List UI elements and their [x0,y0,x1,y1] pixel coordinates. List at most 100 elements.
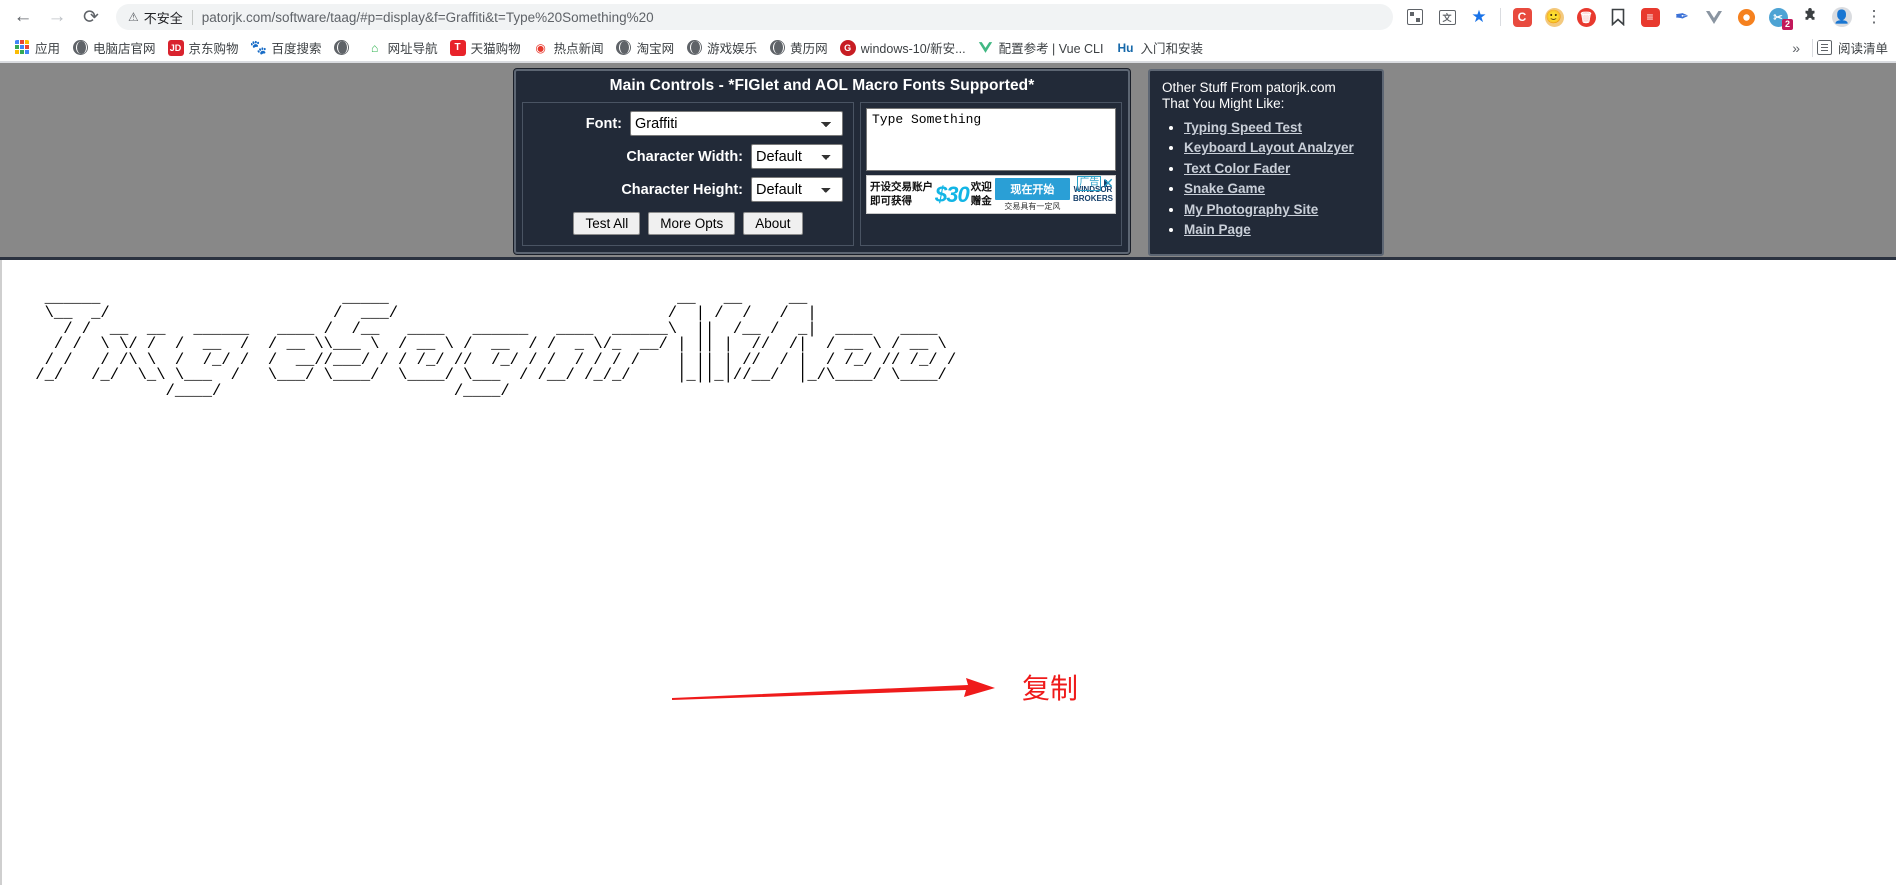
nav-2345-icon: ⌂ [370,40,379,55]
ad-welcome-text: 欢迎 赠金 [971,181,992,207]
ascii-art-output[interactable]: ______ _____ __ __ __ \__ _/ / ___/ / | … [26,290,956,400]
extension-badge-count: 2 [1782,19,1793,30]
hu-icon: Hu [1117,40,1134,55]
bookmark-hot-news[interactable]: ◉ 热点新闻 [527,36,610,59]
bookmark-label: 游戏娱乐 [707,42,758,56]
pocket-bookmark-icon[interactable] [1602,2,1634,32]
text-input-textarea[interactable]: Type Something [866,108,1116,171]
browser-toolbar-icons: 文 ★ C 🙂 🗑 ≡ ✒ ✂ 2 👤 ⋮ [1399,2,1890,32]
bookmark-vue-cli[interactable]: 配置参考 | Vue CLI [972,36,1110,59]
other-stuff-title-line1: Other Stuff From patorjk.com [1162,80,1336,95]
qr-code-icon[interactable] [1399,2,1431,32]
bookmark-apps[interactable]: 应用 [8,36,66,59]
baidu-icon: 🐾 [250,39,267,56]
globe-icon [616,40,632,56]
extension-pen-icon[interactable]: ✒ [1666,2,1698,32]
ad-label[interactable]: 广告 [1077,176,1102,191]
bookmark-outline-icon [1611,8,1625,26]
translate-icon[interactable]: 文 [1431,2,1463,32]
other-stuff-panel: Other Stuff From patorjk.com That You Mi… [1148,69,1384,256]
link-typing-speed-test[interactable]: Typing Speed Test [1184,120,1302,135]
ad-close-icon[interactable]: ✕ [1101,176,1115,190]
ad-cta-button[interactable]: 现在开始 [994,177,1070,200]
bookmark-label: 网址导航 [387,42,438,56]
main-controls-form: Font: Graffiti Character Width: Default [522,102,854,246]
font-label: Font: [585,115,622,132]
character-height-select[interactable]: Default [751,177,843,202]
bookmark-tmall[interactable]: T 天猫购物 [444,36,527,59]
bookmark-baidu[interactable]: 🐾 百度搜索 [245,36,328,59]
link-snake-game[interactable]: Snake Game [1184,181,1265,196]
bookmark-diannaodian[interactable]: 电脑店官网 [66,36,162,59]
bookmark-label: 配置参考 | Vue CLI [998,42,1104,56]
bookmark-label: 入门和安装 [1140,42,1203,56]
bookmark-hu-intro[interactable]: Hu 入门和安装 [1109,36,1209,59]
list-item: Text Color Fader [1184,160,1370,178]
list-item: Main Page [1184,221,1370,239]
main-controls-panel: Main Controls - *FIGlet and AOL Macro Fo… [514,69,1130,254]
extension-scissors-icon[interactable]: ✂ 2 [1762,2,1794,32]
profile-avatar-icon[interactable]: 👤 [1826,2,1858,32]
reading-list-icon[interactable] [1817,40,1833,56]
news-flame-icon: ◉ [535,40,546,55]
bookmark-label: 天猫购物 [470,42,521,56]
test-all-button[interactable]: Test All [573,212,641,235]
page-content: Main Controls - *FIGlet and AOL Macro Fo… [0,63,1896,885]
bookmark-label: windows-10/新安... [860,42,966,56]
bookmark-label: 电脑店官网 [93,42,156,56]
list-item: Keyboard Layout Analzyer [1184,139,1370,157]
ad-banner[interactable]: 开设交易账户 即可获得 $30 欢迎 赠金 现在开始 交易具有一定风 WINDS… [866,175,1116,214]
link-my-photography-site[interactable]: My Photography Site [1184,202,1318,217]
ad-welcome-line2: 赠金 [970,194,992,207]
globe-icon [686,40,702,56]
bookmark-2345-nav[interactable]: ⌂ 网址导航 [361,36,444,59]
ad-disclaimer: 交易具有一定风 [1004,201,1061,211]
extension-notes-icon[interactable]: ≡ [1634,2,1666,32]
link-main-page[interactable]: Main Page [1184,222,1251,237]
globe-icon [769,40,785,56]
bookmark-star-icon[interactable]: ★ [1463,2,1495,32]
character-width-label: Character Width: [626,148,743,165]
ad-line1: 开设交易账户 [870,181,933,194]
extension-trash-icon[interactable]: 🗑 [1570,2,1602,32]
bookmark-jd[interactable]: JD 京东购物 [162,36,245,59]
globe-icon [334,40,350,56]
ad-welcome-line1: 欢迎 [970,181,992,194]
ad-brand-line2: BROKERS [1072,193,1113,203]
chrome-menu-icon[interactable]: ⋮ [1858,2,1890,32]
list-item: My Photography Site [1184,201,1370,219]
font-row: Font: Graffiti [533,111,843,136]
ascii-output-area: ______ _____ __ __ __ \__ _/ / ___/ / | … [0,260,1896,885]
main-controls-buttons: Test All More Opts About [533,212,843,235]
extension-color-ring-icon[interactable] [1730,2,1762,32]
link-text-color-fader[interactable]: Text Color Fader [1184,161,1290,176]
bookmark-games[interactable]: 游戏娱乐 [680,36,763,59]
other-stuff-links: Typing Speed Test Keyboard Layout Analzy… [1162,119,1370,240]
other-stuff-title-line2: That You Might Like: [1162,95,1285,111]
bookmark-taobao[interactable]: 淘宝网 [610,36,681,59]
extensions-puzzle-icon[interactable] [1794,2,1826,32]
bookmark-windows10[interactable]: G windows-10/新安... [834,36,972,59]
about-button[interactable]: About [743,212,803,235]
more-opts-button[interactable]: More Opts [648,212,736,235]
bookmark-label: 京东购物 [188,42,239,56]
bookmark-globe-unnamed[interactable] [328,38,361,58]
forward-button[interactable]: → [40,2,74,32]
font-select[interactable]: Graffiti [630,111,843,136]
vue-devtools-icon[interactable] [1698,2,1730,32]
ad-line2: 即可获得 [870,194,912,207]
bookmark-label: 黄历网 [790,42,828,56]
ad-tags: 广告 ✕ [1077,176,1115,191]
back-button[interactable]: ← [6,2,40,32]
extension-avatar-icon[interactable]: 🙂 [1538,2,1570,32]
bookmark-huangli[interactable]: 黄历网 [763,36,834,59]
bookmarks-overflow-button[interactable]: » [1784,40,1808,56]
reload-button[interactable]: ⟳ [74,2,108,32]
address-bar[interactable]: ⚠ 不安全 patorjk.com/software/taag/#p=displ… [116,4,1393,30]
bookmark-label: 应用 [35,42,61,56]
link-keyboard-layout-analyzer[interactable]: Keyboard Layout Analzyer [1184,140,1354,155]
character-width-select[interactable]: Default [751,144,843,169]
character-height-row: Character Height: Default [533,177,843,202]
ad-cta-wrap: 现在开始 交易具有一定风 [992,177,1073,212]
extension-c-icon[interactable]: C [1506,2,1538,32]
